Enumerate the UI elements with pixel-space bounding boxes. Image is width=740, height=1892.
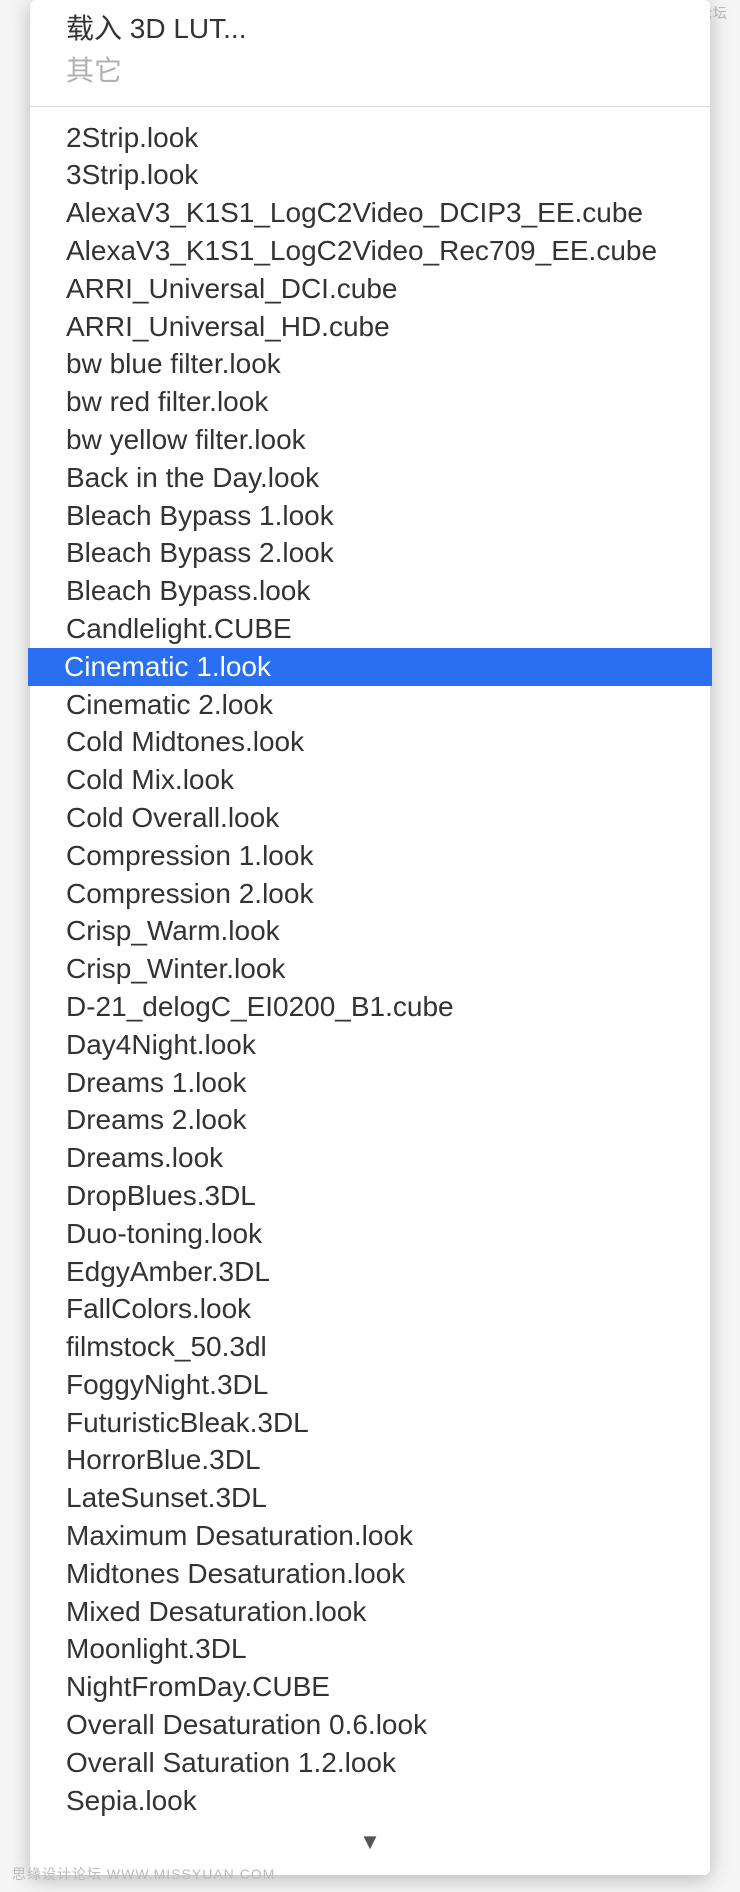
lut-item[interactable]: Crisp_Winter.look <box>30 950 710 988</box>
lut-item[interactable]: Midtones Desaturation.look <box>30 1555 710 1593</box>
lut-item[interactable]: Cold Mix.look <box>30 761 710 799</box>
lut-item[interactable]: Cinematic 1.look <box>28 648 712 686</box>
lut-item[interactable]: FoggyNight.3DL <box>30 1366 710 1404</box>
lut-item[interactable]: FallColors.look <box>30 1290 710 1328</box>
lut-dropdown-panel: 载入 3D LUT... 其它 2Strip.look3Strip.lookAl… <box>30 0 710 1875</box>
lut-item[interactable]: Bleach Bypass 1.look <box>30 497 710 535</box>
other-menu-item: 其它 <box>30 50 710 92</box>
lut-item[interactable]: Bleach Bypass 2.look <box>30 534 710 572</box>
lut-item[interactable]: bw yellow filter.look <box>30 421 710 459</box>
lut-item[interactable]: Duo-toning.look <box>30 1215 710 1253</box>
lut-item[interactable]: LateSunset.3DL <box>30 1479 710 1517</box>
dropdown-header: 载入 3D LUT... 其它 <box>30 8 710 102</box>
lut-item[interactable]: bw blue filter.look <box>30 345 710 383</box>
lut-item[interactable]: Cinematic 2.look <box>30 686 710 724</box>
lut-item[interactable]: Back in the Day.look <box>30 459 710 497</box>
lut-list: 2Strip.look3Strip.lookAlexaV3_K1S1_LogC2… <box>30 119 710 1820</box>
lut-item[interactable]: Cold Overall.look <box>30 799 710 837</box>
lut-item[interactable]: Sepia.look <box>30 1782 710 1820</box>
lut-item[interactable]: ARRI_Universal_HD.cube <box>30 308 710 346</box>
menu-divider <box>30 106 710 107</box>
lut-item[interactable]: Dreams 1.look <box>30 1064 710 1102</box>
lut-item[interactable]: Cold Midtones.look <box>30 723 710 761</box>
lut-item[interactable]: 2Strip.look <box>30 119 710 157</box>
lut-item[interactable]: filmstock_50.3dl <box>30 1328 710 1366</box>
lut-item[interactable]: NightFromDay.CUBE <box>30 1668 710 1706</box>
lut-item[interactable]: Maximum Desaturation.look <box>30 1517 710 1555</box>
lut-item[interactable]: Crisp_Warm.look <box>30 912 710 950</box>
lut-item[interactable]: 3Strip.look <box>30 156 710 194</box>
lut-item[interactable]: AlexaV3_K1S1_LogC2Video_DCIP3_EE.cube <box>30 194 710 232</box>
lut-item[interactable]: bw red filter.look <box>30 383 710 421</box>
lut-item[interactable]: Dreams.look <box>30 1139 710 1177</box>
lut-item[interactable]: Compression 2.look <box>30 875 710 913</box>
lut-item[interactable]: Mixed Desaturation.look <box>30 1593 710 1631</box>
lut-item[interactable]: Day4Night.look <box>30 1026 710 1064</box>
lut-item[interactable]: AlexaV3_K1S1_LogC2Video_Rec709_EE.cube <box>30 232 710 270</box>
lut-item[interactable]: HorrorBlue.3DL <box>30 1441 710 1479</box>
lut-item[interactable]: FuturisticBleak.3DL <box>30 1404 710 1442</box>
lut-item[interactable]: Overall Desaturation 0.6.look <box>30 1706 710 1744</box>
load-3d-lut-menu-item[interactable]: 载入 3D LUT... <box>30 8 710 50</box>
lut-item[interactable]: Candlelight.CUBE <box>30 610 710 648</box>
lut-item[interactable]: Dreams 2.look <box>30 1101 710 1139</box>
lut-item[interactable]: DropBlues.3DL <box>30 1177 710 1215</box>
lut-item[interactable]: Overall Saturation 1.2.look <box>30 1744 710 1782</box>
lut-item[interactable]: EdgyAmber.3DL <box>30 1253 710 1291</box>
watermark-bottom: 思缘设计论坛 WWW.MISSYUAN.COM <box>12 1864 275 1884</box>
lut-item[interactable]: Compression 1.look <box>30 837 710 875</box>
lut-item[interactable]: D-21_delogC_EI0200_B1.cube <box>30 988 710 1026</box>
lut-item[interactable]: Moonlight.3DL <box>30 1630 710 1668</box>
lut-item[interactable]: Bleach Bypass.look <box>30 572 710 610</box>
scroll-down-indicator[interactable]: ▼ <box>30 1819 710 1855</box>
lut-item[interactable]: ARRI_Universal_DCI.cube <box>30 270 710 308</box>
